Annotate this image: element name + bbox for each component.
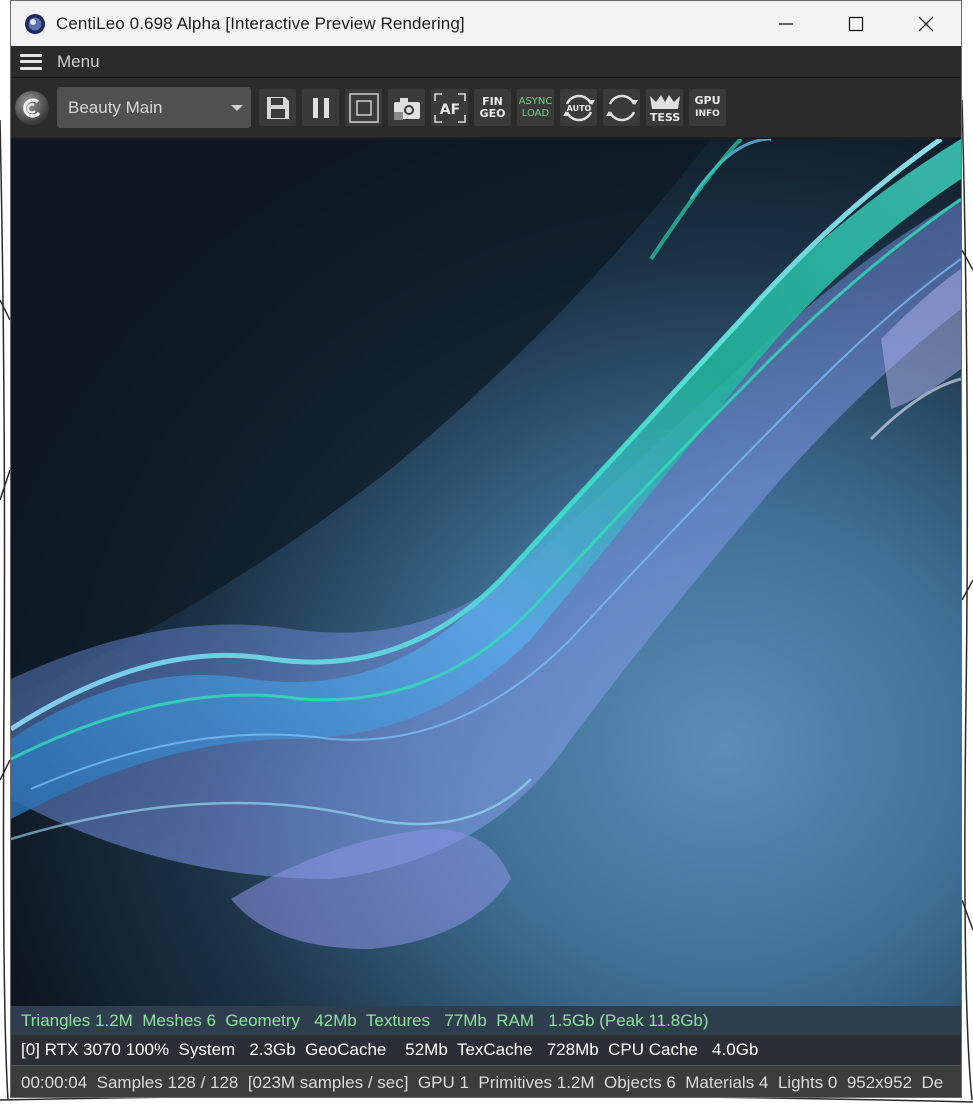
menu-label[interactable]: Menu (57, 52, 100, 72)
gpu-info-line1: GPU (694, 94, 721, 107)
auto-refresh-button[interactable]: AUTO (560, 89, 597, 126)
menu-bar: Menu (11, 46, 961, 78)
render-pass-select[interactable]: Beauty Main (57, 87, 251, 128)
status-line-memory: Triangles 1.2M Meshes 6 Geometry 42Mb Te… (21, 1010, 709, 1030)
save-button[interactable] (259, 89, 296, 126)
render-image (11, 139, 961, 1006)
hamburger-menu-icon[interactable] (20, 53, 42, 70)
minimize-button[interactable] (751, 1, 821, 46)
refresh-icon (605, 94, 638, 121)
cinema4d-app-icon (25, 13, 45, 34)
auto-refresh-icon: AUTO (562, 94, 595, 121)
gpu-info-line2: INFO (695, 109, 720, 119)
camera-lock-button[interactable] (388, 89, 425, 126)
gpu-info-button[interactable]: GPU INFO (689, 89, 726, 126)
maximize-button[interactable] (821, 1, 891, 46)
autofocus-icon: AF (433, 92, 466, 123)
autofocus-button[interactable]: AF (431, 89, 468, 126)
centileo-window: CentiLeo 0.698 Alpha [Interactive Previe… (10, 0, 962, 1098)
centileo-logo-button[interactable] (15, 90, 49, 125)
close-icon (918, 16, 934, 31)
stop-icon (348, 92, 379, 123)
auto-label: AUTO (566, 104, 591, 113)
tess-label: TESS (649, 111, 679, 124)
pause-button[interactable] (302, 89, 339, 126)
stop-button[interactable] (345, 89, 382, 126)
fin-geo-button[interactable]: FIN GEO (474, 89, 511, 126)
async-load-button[interactable]: ASYNC LOAD (517, 89, 554, 126)
title-bar[interactable]: CentiLeo 0.698 Alpha [Interactive Previe… (11, 1, 961, 46)
status-bar-memory: Triangles 1.2M Meshes 6 Geometry 42Mb Te… (11, 1006, 961, 1035)
toolbar: Beauty Main AF FIN GEO ASYNC LOAD AUTO T… (11, 78, 961, 138)
render-pass-value: Beauty Main (68, 97, 163, 117)
fin-geo-line2: GEO (479, 106, 506, 120)
pause-icon (312, 97, 329, 118)
svg-text:AF: AF (439, 102, 459, 118)
tessellation-icon: TESS (649, 94, 680, 124)
window-controls (751, 1, 961, 46)
dropdown-arrow-icon (231, 104, 243, 111)
render-viewport[interactable] (11, 139, 961, 1006)
maximize-icon (848, 16, 864, 31)
refresh-button[interactable] (603, 89, 640, 126)
camera-lock-icon (393, 97, 420, 120)
minimize-icon (779, 22, 793, 25)
async-load-line1: ASYNC (518, 95, 553, 107)
status-bar-render: 00:00:04 Samples 128 / 128 [023M samples… (11, 1065, 961, 1097)
tessellation-button[interactable]: TESS (646, 89, 683, 126)
status-line-render: 00:00:04 Samples 128 / 128 [023M samples… (21, 1072, 944, 1092)
save-icon (266, 96, 289, 119)
status-bar-gpu: [0] RTX 3070 100% System 2.3Gb GeoCache … (11, 1035, 961, 1065)
centileo-logo-icon (23, 97, 41, 118)
status-line-gpu: [0] RTX 3070 100% System 2.3Gb GeoCache … (21, 1040, 759, 1059)
async-load-line2: LOAD (521, 107, 550, 119)
window-title: CentiLeo 0.698 Alpha [Interactive Previe… (56, 13, 465, 33)
close-button[interactable] (891, 1, 961, 46)
